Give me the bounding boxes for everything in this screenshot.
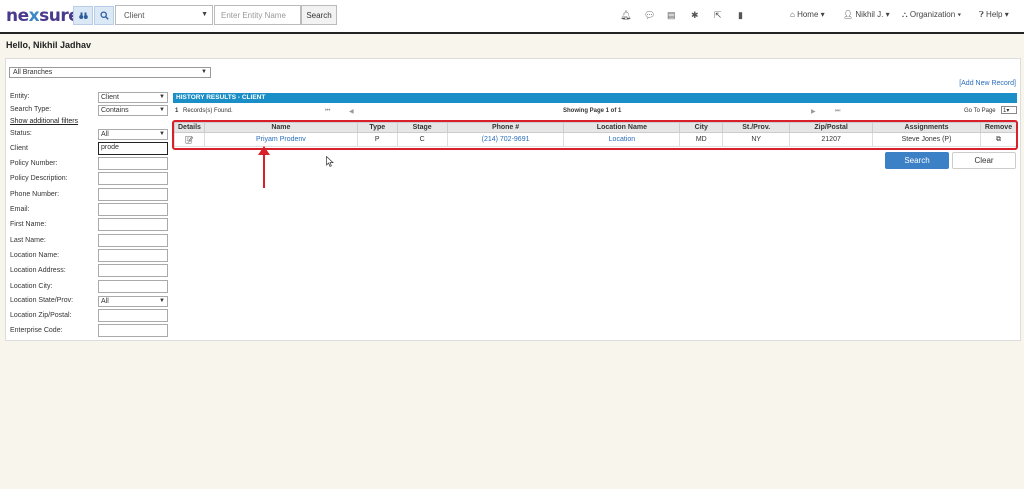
bell-icon[interactable]: 🔔︎: [620, 10, 631, 21]
last-page-icon[interactable]: ⏭: [835, 108, 840, 115]
search-button[interactable]: Search: [885, 152, 949, 169]
status-select[interactable]: All ▼: [98, 129, 168, 140]
user-menu[interactable]: 👤︎ Nikhil J. ▾: [843, 10, 890, 19]
chevron-down-icon: ▼: [159, 107, 165, 113]
location-name-input[interactable]: [98, 249, 168, 262]
entity-filter-select[interactable]: Client ▼: [98, 92, 168, 103]
records-count: 1: [175, 108, 179, 114]
chevron-down-icon: ▼: [159, 131, 165, 137]
phone-number-label: Phone Number:: [10, 191, 60, 198]
binoculars-button[interactable]: [73, 6, 93, 25]
last-name-input[interactable]: [98, 234, 168, 247]
top-navbar: nexsure Client ▼ Enter Entity Name Search…: [0, 0, 1024, 34]
show-additional-filters-link[interactable]: Show additional filters: [10, 118, 78, 125]
clear-button[interactable]: Clear: [952, 152, 1016, 169]
location-zip-input[interactable]: [98, 309, 168, 322]
last-name-label: Last Name:: [10, 237, 46, 244]
highlight-box: [172, 120, 1018, 150]
organization-menu[interactable]: ⛬ Organization ▾: [902, 10, 961, 20]
nexsure-logo[interactable]: nexsure: [6, 6, 80, 26]
greeting-text: Hello, Nikhil Jadhav: [6, 40, 92, 50]
home-icon: ⌂: [790, 10, 795, 19]
location-name-label: Location Name:: [10, 252, 60, 259]
location-address-label: Location Address:: [10, 267, 66, 274]
list-icon[interactable]: ▤: [667, 10, 676, 21]
first-page-icon[interactable]: ⏮: [325, 108, 330, 115]
go-to-page-label: Go To Page: [964, 108, 996, 114]
first-name-label: First Name:: [10, 221, 47, 228]
binoculars-icon: [78, 12, 88, 19]
search-toggle-button[interactable]: [94, 6, 114, 25]
entity-label: Entity:: [10, 93, 30, 100]
location-city-label: Location City:: [10, 283, 53, 290]
go-to-page-select[interactable]: 1▾: [1001, 106, 1017, 114]
prev-page-icon[interactable]: ◀: [349, 108, 354, 115]
policy-description-input[interactable]: [98, 172, 168, 185]
top-search-button[interactable]: Search: [301, 5, 337, 25]
home-menu[interactable]: ⌂ Home ▾: [790, 10, 825, 19]
showing-page-text: Showing Page 1 of 1: [563, 108, 622, 114]
records-found-text: Records(s) Found.: [183, 108, 233, 114]
first-name-input[interactable]: [98, 218, 168, 231]
entity-type-select[interactable]: Client ▼: [115, 5, 213, 25]
enterprise-code-label: Enterprise Code:: [10, 327, 63, 334]
annotation-arrow: [263, 151, 265, 188]
user-icon: 👤︎: [843, 10, 854, 19]
chat-icon[interactable]: 💬︎: [644, 10, 655, 21]
enterprise-code-input[interactable]: [98, 324, 168, 337]
sitemap-icon: ⛬: [902, 10, 908, 19]
next-page-icon[interactable]: ▶: [811, 108, 816, 115]
chevron-down-icon: ▼: [159, 298, 165, 304]
bookmark-icon[interactable]: ▮: [738, 10, 743, 21]
client-label: Client: [10, 145, 28, 152]
location-state-label: Location State/Prov:: [10, 297, 74, 304]
client-input[interactable]: prode: [98, 142, 168, 155]
chevron-down-icon: ▼: [201, 11, 208, 18]
search-type-select[interactable]: Contains ▼: [98, 105, 168, 116]
mouse-cursor-icon: [326, 156, 334, 167]
location-city-input[interactable]: [98, 280, 168, 293]
policy-description-label: Policy Description:: [10, 175, 68, 182]
email-input[interactable]: [98, 203, 168, 216]
search-panel: All Branches ▼ [Add New Record] Entity: C…: [5, 58, 1021, 341]
external-link-icon[interactable]: ⇱: [714, 10, 722, 21]
chevron-down-icon: ▼: [201, 69, 207, 75]
chevron-down-icon: ▼: [159, 94, 165, 100]
branch-select[interactable]: All Branches ▼: [9, 67, 211, 78]
search-icon: [99, 11, 109, 20]
email-label: Email:: [10, 206, 30, 213]
policy-number-input[interactable]: [98, 157, 168, 170]
results-pager: 1 Records(s) Found. ⏮ ◀ Showing Page 1 o…: [173, 106, 1017, 116]
help-icon: ❓︎: [979, 10, 984, 19]
search-type-label: Search Type:: [10, 106, 52, 113]
entity-name-input[interactable]: Enter Entity Name: [214, 5, 301, 25]
status-label: Status:: [10, 130, 32, 137]
policy-number-label: Policy Number:: [10, 160, 58, 167]
location-state-select[interactable]: All ▼: [98, 296, 168, 307]
phone-number-input[interactable]: [98, 188, 168, 201]
location-address-input[interactable]: [98, 264, 168, 277]
location-zip-label: Location Zip/Postal:: [10, 312, 72, 319]
add-new-record-link[interactable]: [Add New Record]: [959, 80, 1016, 87]
results-header: HISTORY RESULTS - CLIENT: [173, 93, 1017, 103]
gear-icon[interactable]: ✱: [691, 10, 699, 21]
help-menu[interactable]: ❓︎ Help ▾: [979, 10, 1009, 20]
